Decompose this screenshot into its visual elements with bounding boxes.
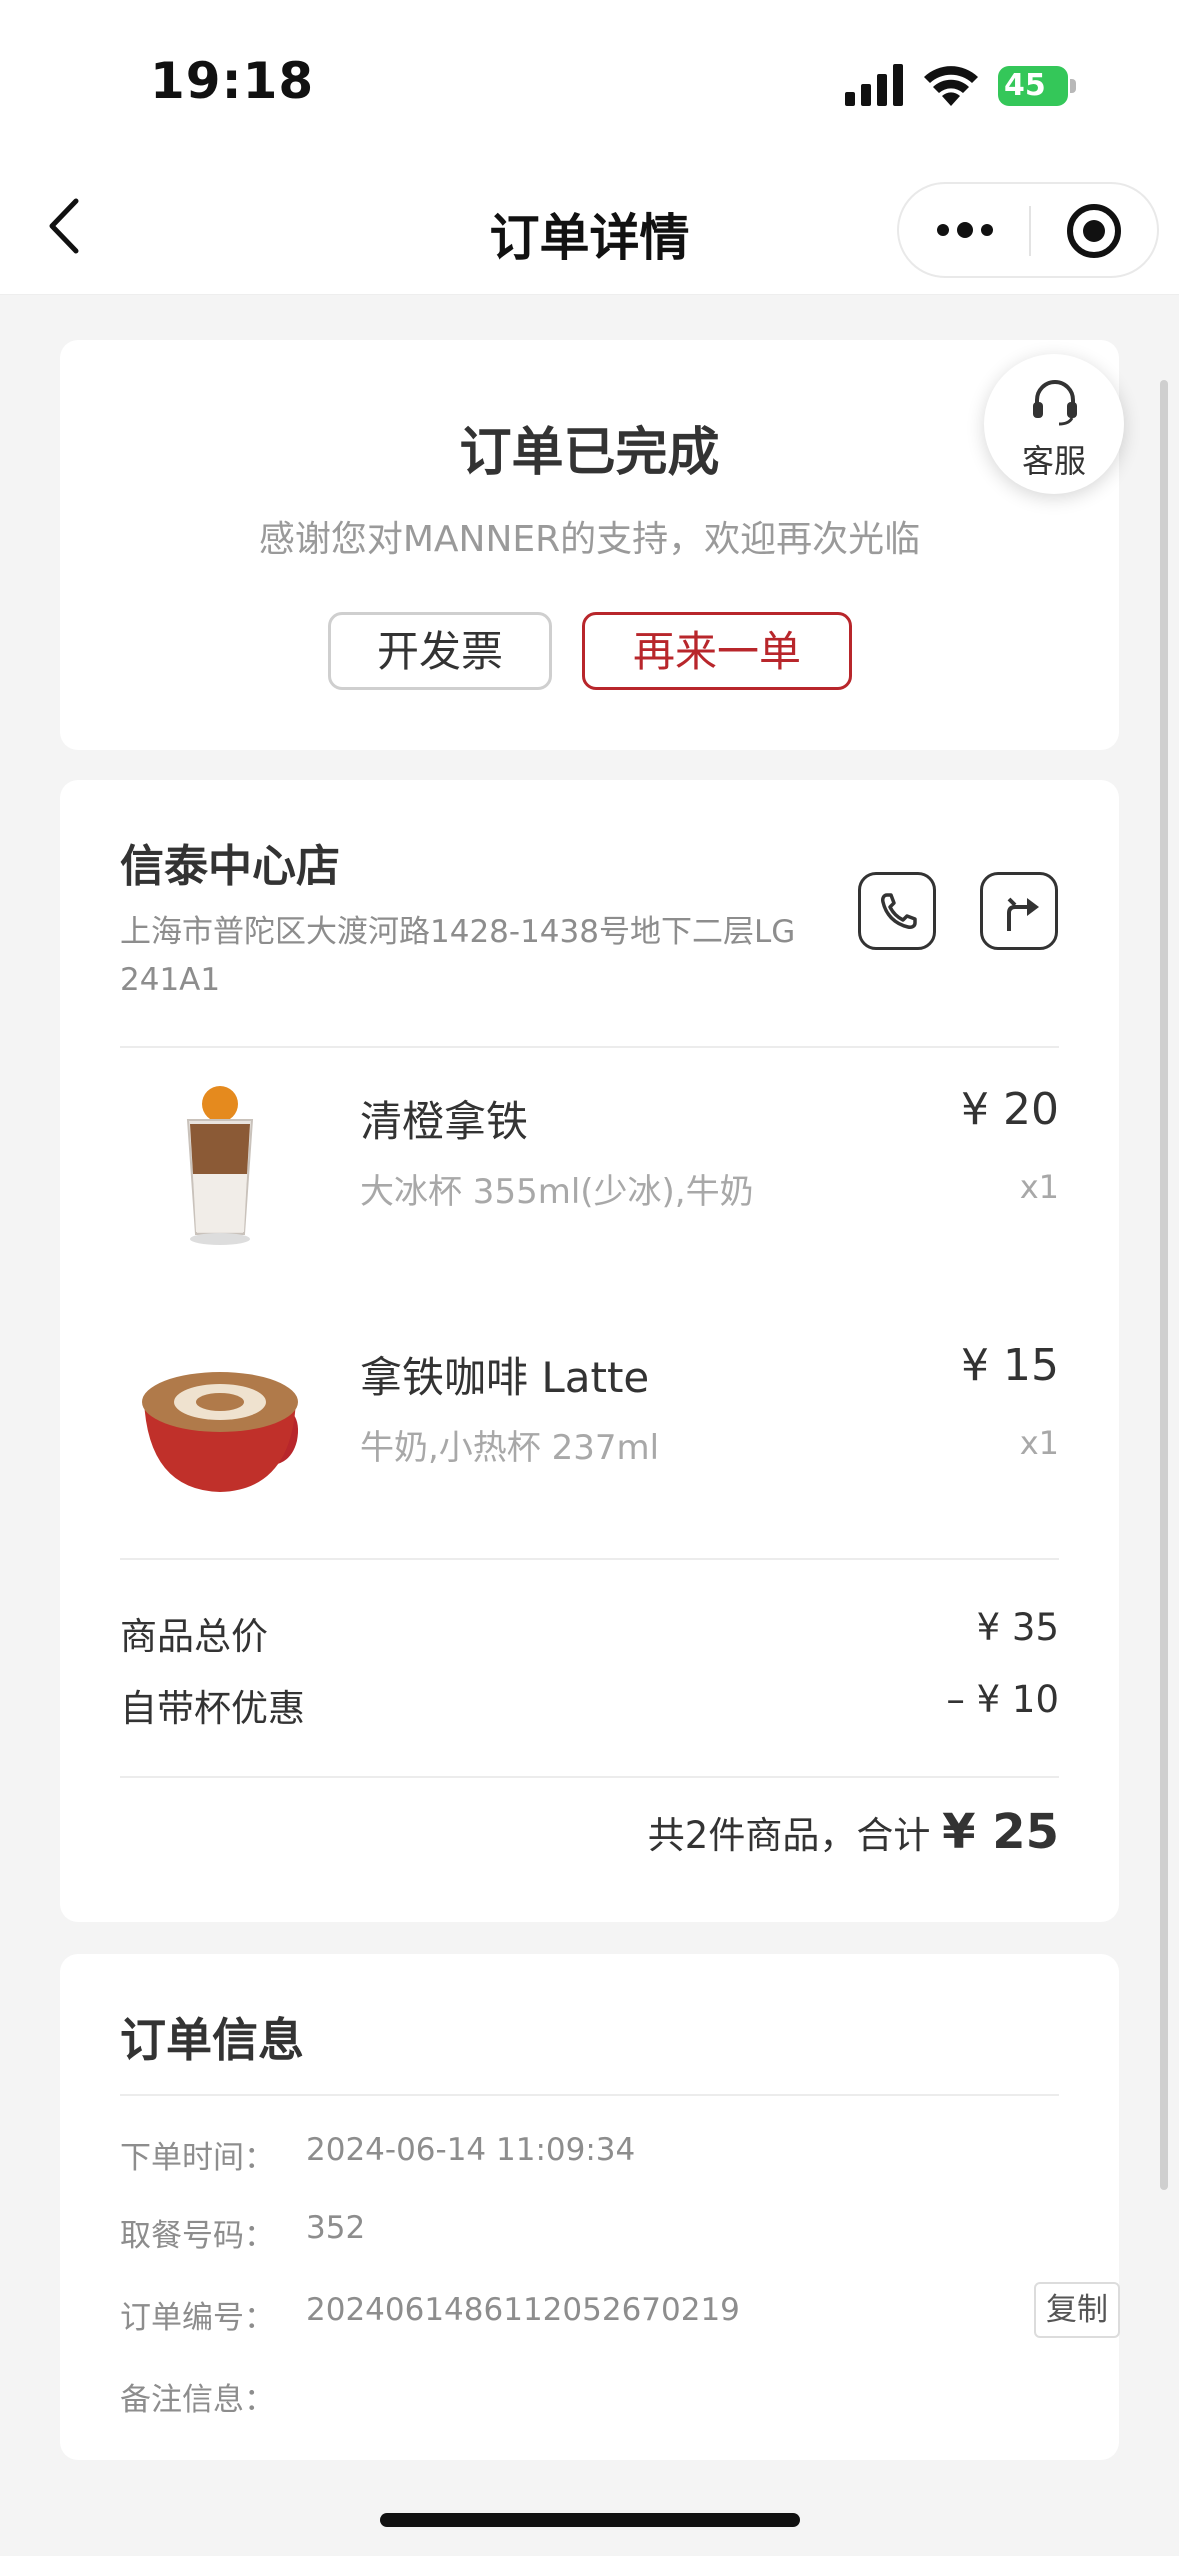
discount-row: 自带杯优惠 – ¥ 10 (120, 1678, 1059, 1734)
note-row: 备注信息： (120, 2374, 1059, 2424)
subtotal-value: ¥ 35 (976, 1606, 1059, 1649)
status-time: 19:18 (150, 52, 315, 110)
pickup-number-row: 取餐号码： 352 (120, 2210, 1059, 2260)
order-number-row: 订单编号： 2024061486112052670219 复制 (120, 2282, 1120, 2342)
capsule-divider (1029, 206, 1031, 256)
total-amount: ¥ 25 (942, 1804, 1059, 1860)
status-bar: 19:18 45 (0, 0, 1179, 160)
order-item[interactable]: 清橙拿铁 大冰杯 355ml(少冰),牛奶 ¥ 20 x1 (120, 1064, 1059, 1264)
divider (120, 1046, 1059, 1048)
order-status-title: 订单已完成 (459, 423, 720, 483)
nav-bar: 订单详情 (0, 160, 1179, 295)
more-options-button[interactable] (899, 184, 1029, 276)
item-spec: 大冰杯 355ml(少冰),牛奶 (360, 1172, 754, 1212)
more-dot-icon (981, 224, 993, 236)
iced-orange-latte-image (186, 1086, 254, 1245)
customer-service-label: 客服 (1021, 442, 1086, 480)
order-time-row: 下单时间： 2024-06-14 11:09:34 (120, 2132, 1059, 2182)
thanks-message: 感谢您对MANNER的支持，欢迎再次光临 (258, 519, 921, 560)
order-info-title: 订单信息 (120, 2013, 304, 2067)
order-time-label: 下单时间： (120, 2140, 275, 2176)
discount-value: – ¥ 10 (946, 1678, 1059, 1721)
item-name: 清橙拿铁 (360, 1097, 529, 1146)
pickup-number-label: 取餐号码： (120, 2218, 275, 2254)
item-qty: x1 (1019, 1168, 1059, 1206)
item-name: 拿铁咖啡 Latte (360, 1353, 650, 1402)
order-status-card: 订单已完成 感谢您对MANNER的支持，欢迎再次光临 开发票 再来一单 (60, 340, 1119, 750)
discount-label: 自带杯优惠 (120, 1687, 305, 1730)
wifi-icon (924, 66, 978, 106)
store-name: 信泰中心店 (120, 841, 340, 892)
directions-icon (1007, 897, 1039, 931)
battery-level: 45 (1004, 68, 1046, 103)
item-spec: 牛奶,小热杯 237ml (360, 1428, 660, 1468)
order-items-card: 信泰中心店 上海市普陀区大渡河路1428-1438号地下二层LG 241A1 清… (60, 780, 1119, 1922)
note-label: 备注信息： (120, 2382, 275, 2418)
miniprogram-capsule (897, 182, 1159, 278)
divider (120, 2094, 1059, 2096)
item-price: ¥ 20 (961, 1084, 1059, 1135)
order-time-value: 2024-06-14 11:09:34 (306, 2132, 636, 2168)
order-info-card: 订单信息 下单时间： 2024-06-14 11:09:34 取餐号码： 352… (60, 1954, 1120, 2460)
navigate-store-button[interactable] (980, 872, 1058, 950)
latte-cup-image (142, 1372, 298, 1492)
more-dot-icon (937, 224, 949, 236)
order-number-value: 2024061486112052670219 (306, 2292, 740, 2328)
close-miniprogram-button[interactable] (1067, 204, 1121, 258)
reorder-button[interactable]: 再来一单 (582, 612, 852, 690)
customer-service-button[interactable]: 客服 (984, 354, 1124, 494)
more-dot-icon (957, 222, 973, 238)
subtotal-row: 商品总价 ¥ 35 (120, 1606, 1059, 1662)
item-price: ¥ 15 (961, 1340, 1059, 1391)
target-icon (1083, 220, 1105, 242)
subtotal-label: 商品总价 (120, 1615, 268, 1658)
home-indicator[interactable] (380, 2513, 800, 2527)
phone-icon (881, 893, 917, 929)
divider (120, 1558, 1059, 1560)
order-item[interactable]: 拿铁咖啡 Latte 牛奶,小热杯 237ml ¥ 15 x1 (120, 1320, 1059, 1520)
total-prefix: 共2件商品，合计 (647, 1814, 943, 1857)
pickup-number-value: 352 (306, 2210, 366, 2246)
call-store-button[interactable] (858, 872, 936, 950)
scrollbar[interactable] (1160, 380, 1168, 2190)
total-row: 共2件商品，合计 ¥ 25 (120, 1804, 1059, 1864)
item-qty: x1 (1019, 1424, 1059, 1462)
store-address: 上海市普陀区大渡河路1428-1438号地下二层LG 241A1 (120, 914, 796, 998)
copy-order-number-button[interactable]: 复制 (1034, 2282, 1120, 2338)
divider (120, 1776, 1059, 1778)
cellular-signal-icon (845, 64, 903, 106)
battery-icon: 45 (998, 66, 1076, 106)
order-number-label: 订单编号： (120, 2300, 275, 2336)
headset-icon (1033, 380, 1077, 426)
invoice-button[interactable]: 开发票 (328, 612, 552, 690)
